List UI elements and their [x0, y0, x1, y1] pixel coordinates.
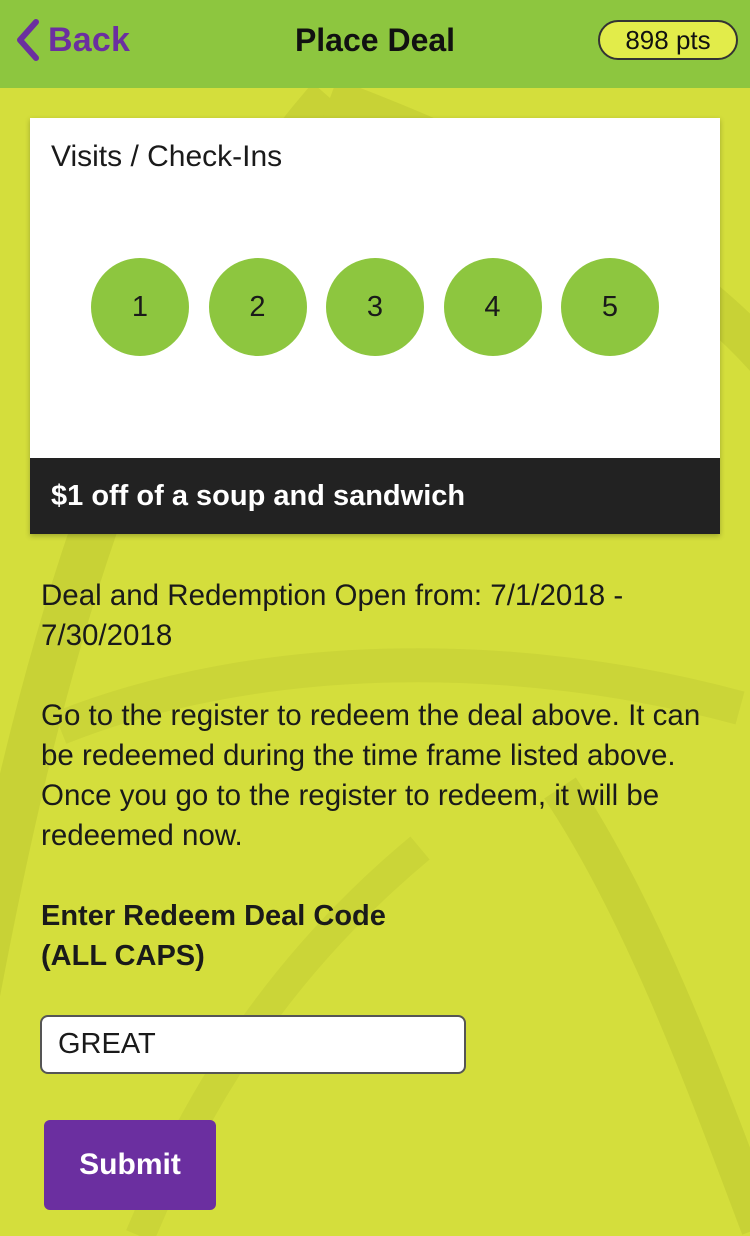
code-label-line-2: (ALL CAPS) [41, 940, 205, 972]
checkins-heading: Visits / Check-Ins [51, 140, 283, 173]
code-label-line-1: Enter Redeem Deal Code [41, 900, 386, 932]
checkin-row: 1 2 3 4 5 [91, 258, 659, 356]
deal-dates: Deal and Redemption Open from: 7/1/2018 … [41, 579, 624, 652]
redeem-instructions: Go to the register to redeem the deal ab… [41, 699, 701, 852]
checkin-circle-1: 1 [91, 258, 189, 356]
deal-name-banner: $1 off of a soup and sandwich [30, 458, 720, 534]
deal-card: Visits / Check-Ins 1 2 3 4 5 $1 off of a… [30, 118, 720, 534]
checkin-circle-4: 4 [443, 258, 542, 356]
points-badge: 898 pts [598, 20, 738, 60]
checkin-circle-2: 2 [208, 258, 307, 356]
deal-details: Deal and Redemption Open from: 7/1/2018 … [41, 576, 721, 976]
submit-button[interactable]: Submit [44, 1120, 216, 1210]
nav-bar: Back Place Deal 898 pts [0, 0, 750, 88]
code-label: Enter Redeem Deal Code (ALL CAPS) [41, 896, 721, 976]
checkin-circle-5: 5 [561, 258, 659, 356]
deal-code-input[interactable] [40, 1015, 466, 1074]
checkin-circle-3: 3 [326, 258, 424, 356]
